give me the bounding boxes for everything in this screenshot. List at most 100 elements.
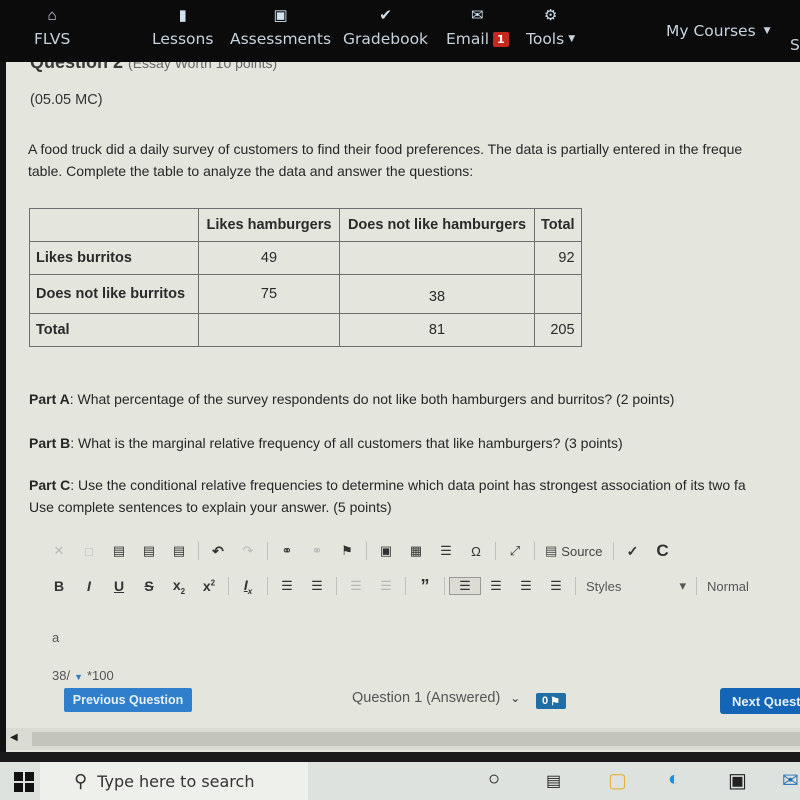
store-icon[interactable]: ▣ — [728, 768, 747, 793]
source-button[interactable]: ▤ Source — [539, 543, 609, 559]
format-label: Normal — [707, 578, 749, 594]
toolbar-separator — [267, 542, 268, 560]
paste-text-icon[interactable]: ▤ — [134, 543, 164, 559]
answer-line-2-start: 38/ — [52, 668, 71, 683]
editor-content[interactable]: a — [52, 630, 59, 645]
bold-icon[interactable]: B — [44, 578, 74, 594]
indent-icon[interactable]: ☰ — [371, 578, 401, 594]
table-icon[interactable]: ▦ — [401, 543, 431, 559]
question-select[interactable]: Question 1 (Answered) ⌄ — [352, 690, 520, 706]
header-cell: Total — [534, 208, 582, 242]
task-view-icon[interactable]: ▤ — [546, 771, 561, 791]
horizontal-scrollbar[interactable]: ◀ — [6, 728, 800, 750]
cut-icon[interactable]: ✕ — [44, 543, 74, 559]
scroll-left-arrow-icon[interactable]: ◀ — [10, 732, 18, 743]
part-b-text: : What is the marginal relative frequenc… — [70, 435, 623, 451]
source-label: Source — [561, 543, 603, 559]
underline-icon[interactable]: U — [104, 578, 134, 594]
nav-flvs[interactable]: ⌂ FLVS — [34, 0, 70, 62]
redo-icon[interactable]: ↷ — [233, 543, 263, 559]
math-c-icon[interactable]: C — [648, 541, 678, 561]
toolbar-separator — [495, 542, 496, 560]
frequency-table: Likes hamburgers Does not like hamburger… — [29, 208, 582, 347]
header-cell: Does not like hamburgers — [339, 208, 535, 242]
table-header-row: Likes hamburgers Does not like hamburger… — [29, 208, 582, 242]
copy-icon[interactable]: □ — [74, 544, 104, 559]
chevron-down-icon: ⌄ — [510, 691, 521, 705]
styles-dropdown[interactable]: Styles ▾ — [580, 578, 692, 594]
question-number: Question 2 — [30, 62, 124, 72]
scrollbar-track[interactable] — [32, 732, 800, 746]
toolbar-separator — [612, 542, 614, 560]
subscript-icon[interactable]: x2 — [164, 577, 194, 596]
outdent-icon[interactable]: ☰ — [341, 578, 371, 594]
align-right-icon[interactable]: ☰ — [511, 578, 541, 594]
monitor-bezel — [0, 752, 800, 762]
mail-app-icon[interactable]: ✉ — [782, 768, 799, 793]
anchor-flag-icon[interactable]: ⚑ — [332, 543, 362, 559]
justify-icon[interactable]: ☰ — [541, 578, 571, 594]
part-c: Part C: Use the conditional relative fre… — [29, 474, 746, 518]
nav-label: Assessments — [230, 30, 332, 48]
part-b: Part B: What is the marginal relative fr… — [29, 432, 623, 454]
windows-taskbar: ⚲ Type here to search ○ ▤ ▢ ◐ ▣ ✉ — [0, 762, 800, 800]
remove-format-icon[interactable]: Ix — [233, 577, 263, 596]
question-worth: (Essay Worth 10 points) — [128, 62, 278, 71]
email-unread-badge: 1 — [493, 31, 509, 47]
edge-browser-icon[interactable]: ◐ — [668, 768, 680, 791]
align-center-icon[interactable]: ☰ — [481, 578, 511, 594]
unlink-icon[interactable]: ⚭ — [302, 543, 332, 559]
file-explorer-icon[interactable]: ▢ — [608, 768, 627, 793]
styles-label: Styles — [586, 578, 622, 594]
bulleted-list-icon[interactable]: ☰ — [302, 578, 332, 594]
toolbar-separator — [575, 577, 576, 595]
envelope-icon: ✉ — [471, 7, 484, 24]
next-question-button[interactable]: Next Questi — [720, 688, 800, 714]
link-icon[interactable]: ⚭ — [272, 543, 302, 559]
nav-assessments[interactable]: ▣ Assessments — [230, 0, 331, 62]
strikethrough-icon[interactable]: S — [134, 578, 164, 594]
answer-line-2-end: *100 — [87, 668, 114, 683]
nav-label: Lessons — [152, 30, 214, 48]
nav-gradebook[interactable]: ✔ Gradebook — [343, 0, 428, 62]
nav-lessons[interactable]: ▮ Lessons — [152, 0, 213, 62]
undo-icon[interactable]: ↶ — [203, 543, 233, 560]
numbered-list-icon[interactable]: ☰ — [272, 578, 302, 594]
row-label: Likes burritos — [29, 241, 199, 275]
blockquote-icon[interactable]: ” — [410, 576, 440, 597]
horizontal-line-icon[interactable]: ☰ — [431, 543, 461, 559]
taskbar-search[interactable]: ⚲ Type here to search — [40, 762, 308, 800]
windows-start-icon[interactable] — [14, 772, 34, 792]
table-cell: 92 — [534, 241, 582, 275]
spellcheck-icon[interactable]: ✓ — [618, 543, 648, 560]
maximize-icon[interactable]: ⤢ — [500, 543, 530, 559]
format-dropdown[interactable]: Normal ▾ — [701, 578, 800, 594]
part-c-label: Part C — [29, 477, 71, 493]
nav-tools[interactable]: ⚙ Tools ▼ — [526, 0, 575, 62]
table-cell — [339, 241, 535, 275]
nav-label: FLVS — [34, 30, 71, 48]
home-icon: ⌂ — [47, 7, 57, 24]
special-char-omega-icon[interactable]: Ω — [461, 544, 491, 559]
superscript-icon[interactable]: x2 — [194, 578, 224, 594]
align-left-icon[interactable]: ☰ — [449, 577, 481, 595]
previous-question-button[interactable]: Previous Question — [64, 688, 192, 712]
question-page: Question 2 (Essay Worth 10 points) (05.0… — [6, 62, 800, 752]
image-icon[interactable]: ▣ — [371, 543, 401, 559]
my-courses-menu[interactable]: My Courses ▼ — [666, 22, 771, 40]
cortana-circle-icon[interactable]: ○ — [488, 768, 500, 791]
paste-word-icon[interactable]: ▤ — [164, 543, 194, 559]
dropdown-arrow-icon: ▾ — [679, 578, 686, 593]
flag-count-badge[interactable]: 0 ⚑ — [536, 693, 566, 709]
nav-email[interactable]: ✉ Email 1 — [446, 0, 509, 62]
table-cell: 81 — [339, 313, 535, 347]
nav-label: Email 1 — [446, 30, 509, 48]
part-c-text: : Use the conditional relative frequenci… — [70, 477, 746, 493]
editor-content-line-2[interactable]: 38/▼ *100 — [52, 668, 114, 683]
paste-icon[interactable]: ▤ — [104, 543, 134, 559]
my-courses-label: My Courses — [666, 22, 756, 40]
flag-icon: ⚑ — [550, 695, 560, 708]
toolbar-separator — [228, 577, 229, 595]
nav-item-cut-off[interactable]: S — [790, 36, 800, 54]
italic-icon[interactable]: I — [74, 578, 104, 594]
